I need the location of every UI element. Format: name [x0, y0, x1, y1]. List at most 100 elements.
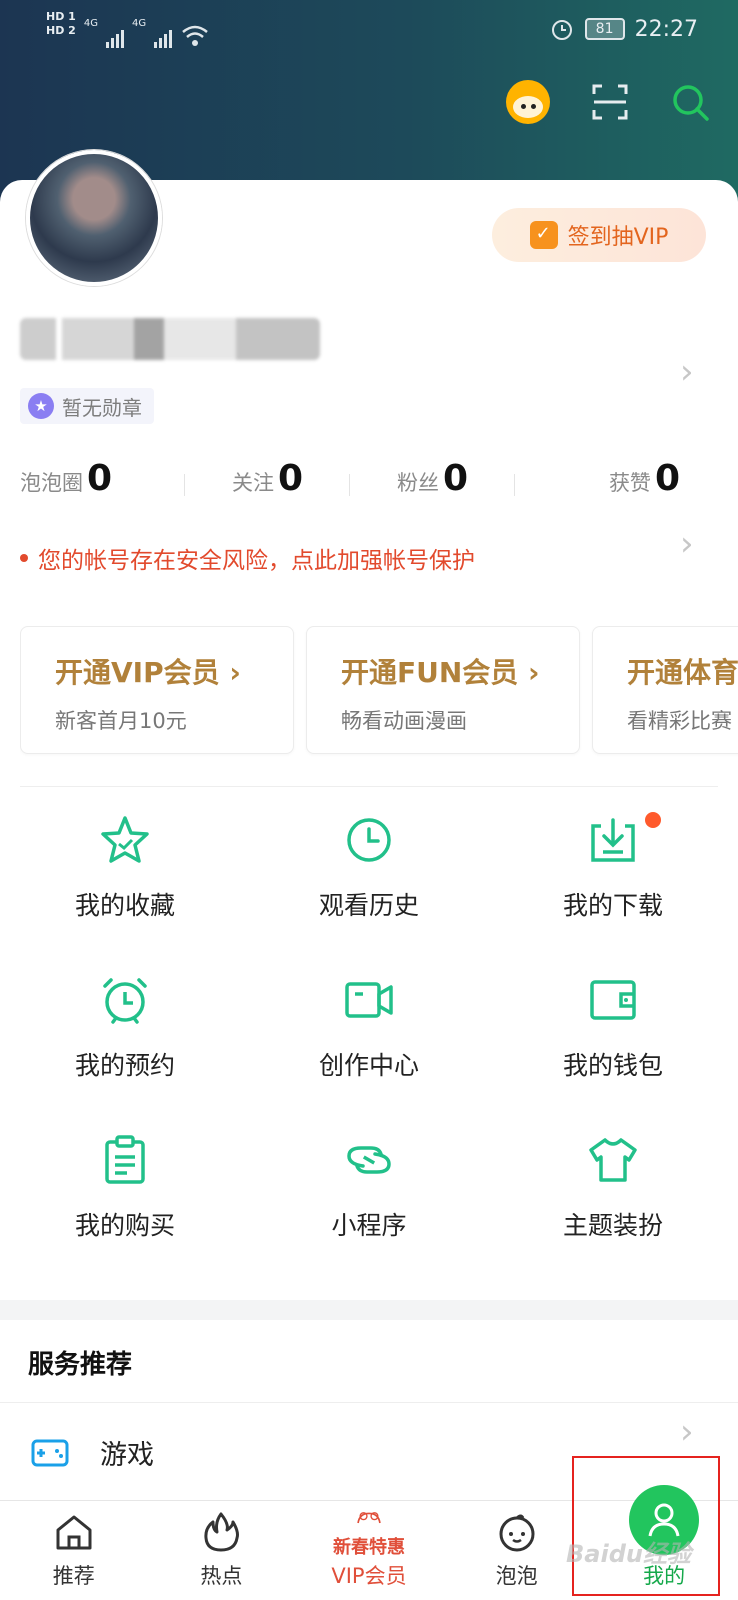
- battery-indicator: 81: [584, 18, 625, 40]
- grid-label: 观看历史: [318, 891, 419, 920]
- grid-label: 小程序: [331, 1211, 407, 1240]
- clipboard-icon: [105, 1135, 145, 1184]
- nav-label: 热点: [200, 1564, 243, 1588]
- stat-bubble-circle[interactable]: 泡泡圈 0: [20, 458, 185, 514]
- link-icon: [347, 1146, 391, 1174]
- grid-item-history[interactable]: 观看历史: [269, 812, 469, 932]
- flame-icon: [204, 1512, 240, 1552]
- calendar-check-icon: [529, 221, 558, 249]
- service-chevron-icon[interactable]: ›: [680, 1412, 694, 1452]
- grid-label: 主题装扮: [562, 1211, 663, 1240]
- stat-value: 0: [87, 458, 113, 499]
- vip-card-subtitle: 畅看动画漫画: [341, 709, 467, 733]
- watermark: Baidu经验: [566, 1540, 691, 1568]
- nav-home[interactable]: 推荐: [0, 1501, 148, 1600]
- tshirt-icon: [589, 1138, 637, 1182]
- nav-vip[interactable]: 新春特惠 VIP会员: [295, 1501, 443, 1600]
- profile-stats: 泡泡圈 0 关注 0 粉丝 0 获赞 0: [20, 458, 720, 514]
- grid-item-favorites[interactable]: 我的收藏: [25, 812, 225, 932]
- medal-badge[interactable]: ★ 暂无勋章: [20, 388, 154, 424]
- signal-icon-2: [154, 18, 173, 48]
- signin-label: 签到抽VIP: [567, 225, 669, 250]
- services-title: 服务推荐: [28, 1350, 133, 1380]
- stat-label: 关注: [231, 471, 274, 495]
- grid-item-reservations[interactable]: 我的预约: [25, 972, 225, 1092]
- profile-chevron-icon[interactable]: ›: [680, 352, 694, 392]
- nav-promo-label: 新春特惠: [332, 1537, 405, 1558]
- nav-label: VIP会员: [331, 1564, 407, 1588]
- grid-label: 我的购买: [74, 1211, 175, 1240]
- hd-indicator: HD 1 HD 2: [46, 10, 76, 38]
- alert-chevron-icon[interactable]: ›: [680, 524, 694, 564]
- vip-card-sports[interactable]: 开通体育 看精彩比赛: [592, 626, 738, 754]
- vip-card-title: 开通FUN会员 ›: [341, 656, 540, 689]
- stat-label: 泡泡圈: [20, 471, 83, 495]
- divider: [0, 1402, 738, 1403]
- notification-dot: [645, 812, 661, 828]
- vip-card-fun[interactable]: 开通FUN会员 › 畅看动画漫画: [306, 626, 580, 754]
- section-gap: [0, 1300, 738, 1320]
- video-camera-icon: [345, 982, 393, 1018]
- mouse-festive-icon: [357, 1512, 381, 1524]
- grid-item-themes[interactable]: 主题装扮: [513, 1132, 713, 1252]
- alarm-icon: [103, 978, 147, 1024]
- vip-card-subtitle: 新客首月10元: [55, 709, 187, 733]
- medal-star-icon: ★: [28, 393, 54, 419]
- nav-label: 泡泡: [495, 1564, 538, 1588]
- alarm-status-icon: [551, 20, 572, 40]
- wifi-icon: [182, 25, 208, 46]
- gamepad-icon: [31, 1439, 69, 1467]
- badge-label: 暂无勋章: [62, 395, 142, 420]
- services-section: 服务推荐 游戏 ›: [0, 1320, 738, 1500]
- signin-vip-button[interactable]: 签到抽VIP: [492, 208, 706, 262]
- stat-fans[interactable]: 粉丝 0: [350, 458, 515, 514]
- signal-icon: [105, 18, 124, 48]
- mascot-icon[interactable]: [506, 80, 550, 124]
- username-blurred[interactable]: [20, 318, 320, 360]
- vip-card-vip[interactable]: 开通VIP会员 › 新客首月10元: [20, 626, 294, 754]
- status-time: 22:27: [634, 16, 698, 42]
- grid-item-downloads[interactable]: 我的下载: [513, 812, 713, 932]
- bubble-face-icon: [499, 1514, 535, 1552]
- security-alert[interactable]: 您的帐号存在安全风险，点此加强帐号保护: [20, 538, 720, 578]
- network-type-1: 4G: [83, 18, 98, 29]
- status-bar: HD 1 HD 2 4G 4G 81 22:27: [0, 0, 738, 64]
- grid-item-purchases[interactable]: 我的购买: [25, 1132, 225, 1252]
- nav-label: 推荐: [52, 1564, 95, 1588]
- grid-label: 我的钱包: [562, 1051, 663, 1080]
- vip-card-title: 开通VIP会员 ›: [55, 656, 241, 689]
- stat-likes[interactable]: 获赞 0: [515, 458, 720, 514]
- hd2-label: HD 2: [46, 24, 76, 37]
- vip-card-title: 开通体育: [627, 656, 738, 689]
- hd1-label: HD 1: [46, 10, 76, 23]
- grid-label: 我的预约: [74, 1051, 175, 1080]
- stat-following[interactable]: 关注 0: [185, 458, 350, 514]
- star-icon: [101, 816, 149, 863]
- stat-value: 0: [442, 458, 469, 499]
- security-alert-text: 您的帐号存在安全风险，点此加强帐号保护: [38, 548, 475, 574]
- service-label: 游戏: [100, 1439, 154, 1471]
- stat-value: 0: [654, 458, 680, 499]
- download-icon: [591, 818, 635, 862]
- nav-hot[interactable]: 热点: [148, 1501, 296, 1600]
- divider: [20, 786, 718, 787]
- avatar[interactable]: [26, 150, 162, 286]
- grid-label: 我的收藏: [74, 891, 175, 920]
- clock-icon: [347, 818, 391, 862]
- grid-item-wallet[interactable]: 我的钱包: [513, 972, 713, 1092]
- stat-label: 获赞: [608, 471, 651, 495]
- search-icon[interactable]: [670, 82, 710, 122]
- home-icon: [56, 1515, 92, 1550]
- service-item-games[interactable]: 游戏: [30, 1420, 710, 1484]
- network-type-2: 4G: [131, 18, 147, 29]
- grid-item-mini-programs[interactable]: 小程序: [269, 1132, 469, 1252]
- alert-dot-icon: [20, 554, 28, 562]
- grid-item-creator-center[interactable]: 创作中心: [269, 972, 469, 1092]
- vip-card-row: 开通VIP会员 › 新客首月10元 开通FUN会员 › 畅看动画漫画 开通体育 …: [20, 626, 738, 758]
- grid-label: 我的下载: [562, 891, 663, 920]
- stat-value: 0: [277, 458, 304, 499]
- vip-card-subtitle: 看精彩比赛: [627, 709, 732, 733]
- grid-label: 创作中心: [318, 1051, 419, 1080]
- stat-label: 粉丝: [396, 471, 439, 495]
- scan-icon[interactable]: [590, 82, 630, 122]
